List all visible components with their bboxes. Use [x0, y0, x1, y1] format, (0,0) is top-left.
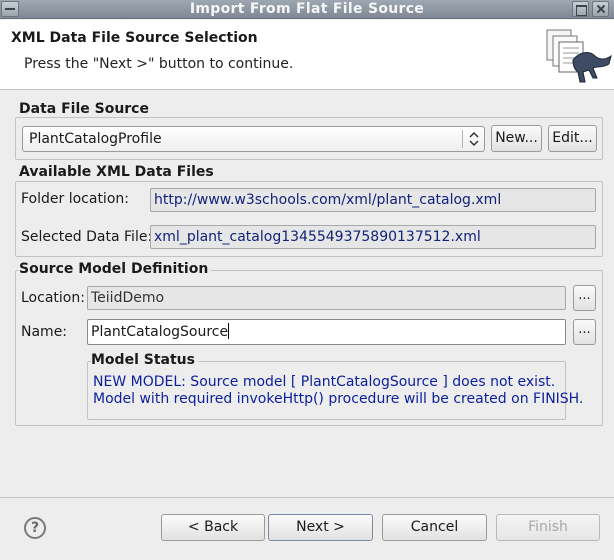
next-button[interactable]: Next > [268, 514, 373, 541]
help-icon[interactable]: ? [24, 517, 46, 539]
footer-divider [0, 497, 614, 498]
finish-button[interactable]: Finish [496, 514, 600, 541]
location-browse-button[interactable]: ... [573, 285, 596, 311]
page-message: Press the "Next >" button to continue. [24, 56, 294, 72]
edit-profile-button[interactable]: Edit... [548, 125, 597, 152]
data-file-source-combo[interactable]: PlantCatalogProfile [22, 126, 485, 152]
selected-data-file-label: Selected Data File: [21, 229, 153, 245]
back-button[interactable]: < Back [161, 514, 265, 541]
import-wizard-icon [546, 29, 612, 83]
combo-separator [462, 130, 463, 148]
model-status-line-1: NEW MODEL: Source model [ PlantCatalogSo… [93, 374, 556, 390]
chevron-updown-icon [469, 131, 479, 147]
maximize-icon[interactable] [572, 1, 589, 17]
data-file-source-value: PlantCatalogProfile [29, 131, 162, 147]
model-status-label: Model Status [91, 352, 198, 368]
name-label: Name: [21, 324, 68, 340]
selected-data-file-field: xml_plant_catalog1345549375890137512.xml [150, 225, 596, 249]
new-profile-button[interactable]: New... [491, 125, 542, 152]
window-titlebar: Import From Flat File Source [0, 0, 614, 19]
model-status-line-2: Model with required invokeHttp() procedu… [93, 391, 584, 407]
folder-location-field: http://www.w3schools.com/xml/plant_catal… [150, 188, 596, 212]
available-xml-files-label: Available XML Data Files [19, 164, 217, 180]
model-name-input[interactable]: PlantCatalogSource [87, 319, 566, 345]
location-label: Location: [21, 290, 85, 306]
name-browse-button[interactable]: ... [573, 319, 596, 345]
close-icon[interactable] [592, 1, 609, 17]
folder-location-label: Folder location: [21, 191, 129, 207]
location-field: TeiidDemo [87, 286, 566, 310]
source-model-definition-label: Source Model Definition [19, 261, 212, 277]
window-title: Import From Flat File Source [189, 1, 425, 17]
cancel-button[interactable]: Cancel [382, 514, 487, 541]
data-file-source-label: Data File Source [19, 101, 152, 117]
model-name-value: PlantCatalogSource [91, 324, 229, 340]
wizard-header: XML Data File Source Selection Press the… [0, 20, 614, 90]
text-caret [228, 323, 230, 339]
page-title: XML Data File Source Selection [11, 30, 258, 46]
